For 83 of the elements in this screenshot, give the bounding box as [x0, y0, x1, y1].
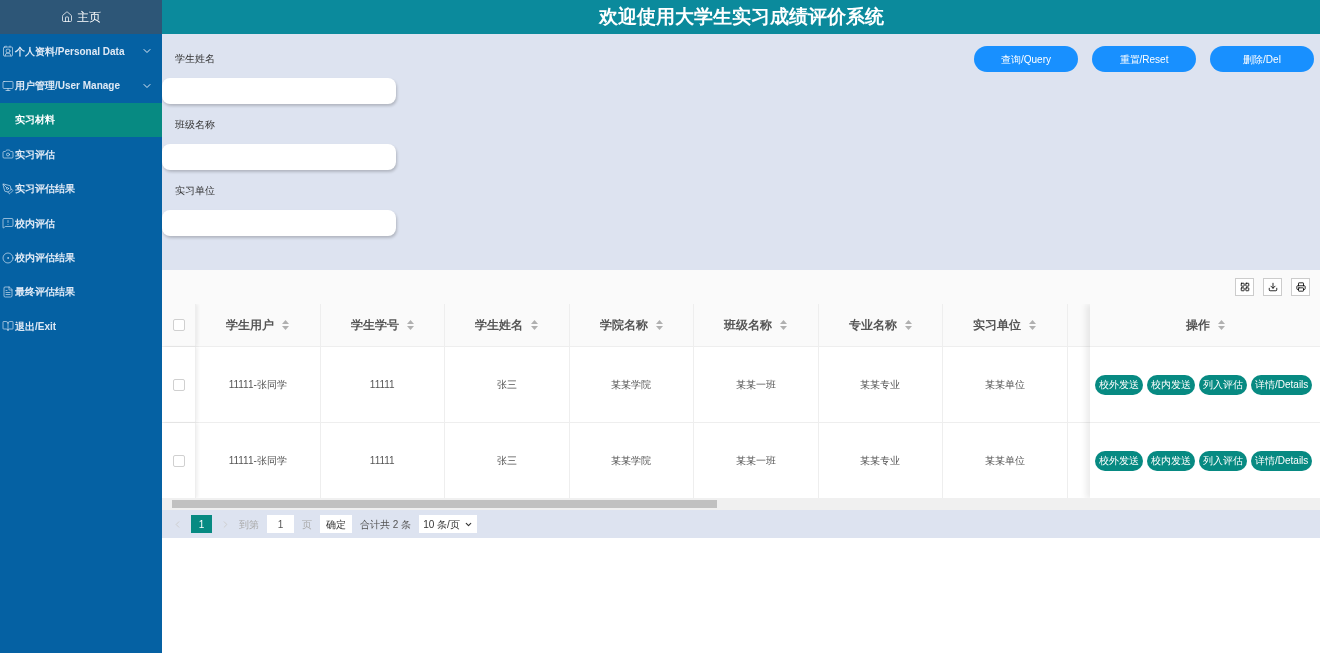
sort-icon[interactable] — [1217, 320, 1225, 330]
pen-icon — [2, 182, 14, 195]
download-icon — [1267, 282, 1278, 292]
page-size-select[interactable]: 10 条/页 — [419, 515, 477, 533]
column-header[interactable]: 实习单位 — [973, 316, 1022, 334]
export-button[interactable] — [1263, 278, 1282, 296]
search-button[interactable]: 查询/Query — [974, 46, 1078, 72]
table-cell-text: 某某学院 — [611, 454, 652, 468]
sidebar-item[interactable]: 个人资料/Personal Data — [0, 34, 162, 69]
field-label: 实习单位 — [174, 184, 216, 197]
sort-icon[interactable] — [655, 320, 663, 330]
table-cell-text: 张三 — [496, 378, 517, 392]
table-cell-text: 11111 — [369, 378, 395, 392]
contact-icon — [2, 45, 14, 58]
page-input[interactable]: 1 — [267, 515, 294, 533]
sort-icon[interactable] — [780, 320, 788, 330]
sidebar-item[interactable]: 退出/Exit — [0, 309, 162, 344]
camera-icon — [2, 148, 14, 161]
sidebar-item[interactable]: 实习材料 — [0, 102, 162, 138]
row-checkbox[interactable] — [172, 378, 185, 391]
monitor-icon — [2, 79, 14, 92]
table-cell-text: 某某单位 — [984, 378, 1025, 392]
column-header[interactable]: 操作 — [1185, 316, 1210, 334]
page-button[interactable]: 1 — [191, 515, 212, 533]
action-button[interactable]: 列入评估 — [1199, 450, 1247, 471]
row-checkbox[interactable] — [172, 454, 185, 467]
sort-icon[interactable] — [282, 320, 290, 330]
sidebar-item[interactable]: 用户管理/User Manage — [0, 68, 162, 103]
column-header[interactable]: 学生学号 — [350, 316, 399, 334]
column-header[interactable]: 学生姓名 — [475, 316, 524, 334]
circle-icon — [2, 251, 14, 264]
table-cell-text: 某某单位 — [984, 454, 1025, 468]
print-icon — [1295, 282, 1306, 292]
document-icon — [2, 285, 14, 298]
sidebar-item[interactable]: 最终评估结果 — [0, 274, 162, 310]
search-field[interactable] — [162, 78, 396, 104]
action-button[interactable]: 详情/Details — [1251, 374, 1313, 395]
action-button[interactable]: 校内发送 — [1147, 374, 1195, 395]
sidebar-item[interactable]: 实习评估结果 — [0, 171, 162, 206]
chat-icon — [2, 217, 14, 230]
action-button[interactable]: 校外发送 — [1095, 450, 1143, 471]
columns-button[interactable] — [1235, 278, 1254, 296]
sort-icon[interactable] — [1029, 320, 1037, 330]
search-field[interactable] — [162, 144, 396, 170]
horizontal-scrollbar[interactable] — [162, 498, 1320, 510]
action-button[interactable]: 列入评估 — [1199, 374, 1247, 395]
print-button[interactable] — [1291, 278, 1310, 296]
sidebar-item[interactable]: 校内评估结果 — [0, 240, 162, 275]
search-button[interactable]: 删除/Del — [1210, 46, 1314, 72]
field-label: 学生姓名 — [174, 52, 216, 65]
table-cell-text: 某某专业 — [860, 454, 901, 468]
table-cell-text: 某某一班 — [735, 378, 776, 392]
table-cell-text: 某某学院 — [611, 378, 652, 392]
action-button[interactable]: 校内发送 — [1147, 450, 1195, 471]
search-button[interactable]: 重置/Reset — [1092, 46, 1196, 72]
table-cell-text: 某某一班 — [735, 454, 776, 468]
field-label: 班级名称 — [174, 118, 216, 131]
table-cell-text: 11111-张同学 — [228, 378, 287, 392]
page-unit: 页 — [302, 517, 312, 532]
action-button[interactable]: 详情/Details — [1251, 450, 1313, 471]
select-all-checkbox[interactable] — [172, 319, 185, 331]
goto-label: 到第 — [239, 517, 259, 532]
column-header[interactable]: 专业名称 — [848, 316, 897, 334]
sidebar-item[interactable]: 校内评估 — [0, 205, 162, 241]
table-cell-text: 11111 — [369, 454, 395, 468]
column-header[interactable]: 学生用户 — [226, 316, 275, 334]
column-header[interactable]: 学院名称 — [599, 316, 648, 334]
home-link[interactable]: 主页 — [0, 0, 162, 34]
confirm-button[interactable]: 确定 — [320, 515, 352, 533]
sort-icon[interactable] — [531, 320, 539, 330]
table-cell-text: 11111-张同学 — [228, 454, 287, 468]
total-count: 合计共 2 条 — [360, 517, 412, 532]
table-cell-text: 张三 — [496, 454, 517, 468]
action-button[interactable]: 校外发送 — [1095, 374, 1143, 395]
sort-icon[interactable] — [406, 320, 414, 330]
search-field[interactable] — [162, 210, 396, 236]
sidebar-item[interactable]: 实习评估 — [0, 137, 162, 172]
column-header[interactable]: 班级名称 — [724, 316, 773, 334]
home-icon — [61, 11, 73, 23]
sort-icon[interactable] — [904, 320, 912, 330]
table-cell-text: 某某专业 — [860, 378, 901, 392]
page-title: 欢迎使用大学生实习成绩评价系统 — [598, 4, 884, 29]
book-icon — [2, 320, 14, 333]
